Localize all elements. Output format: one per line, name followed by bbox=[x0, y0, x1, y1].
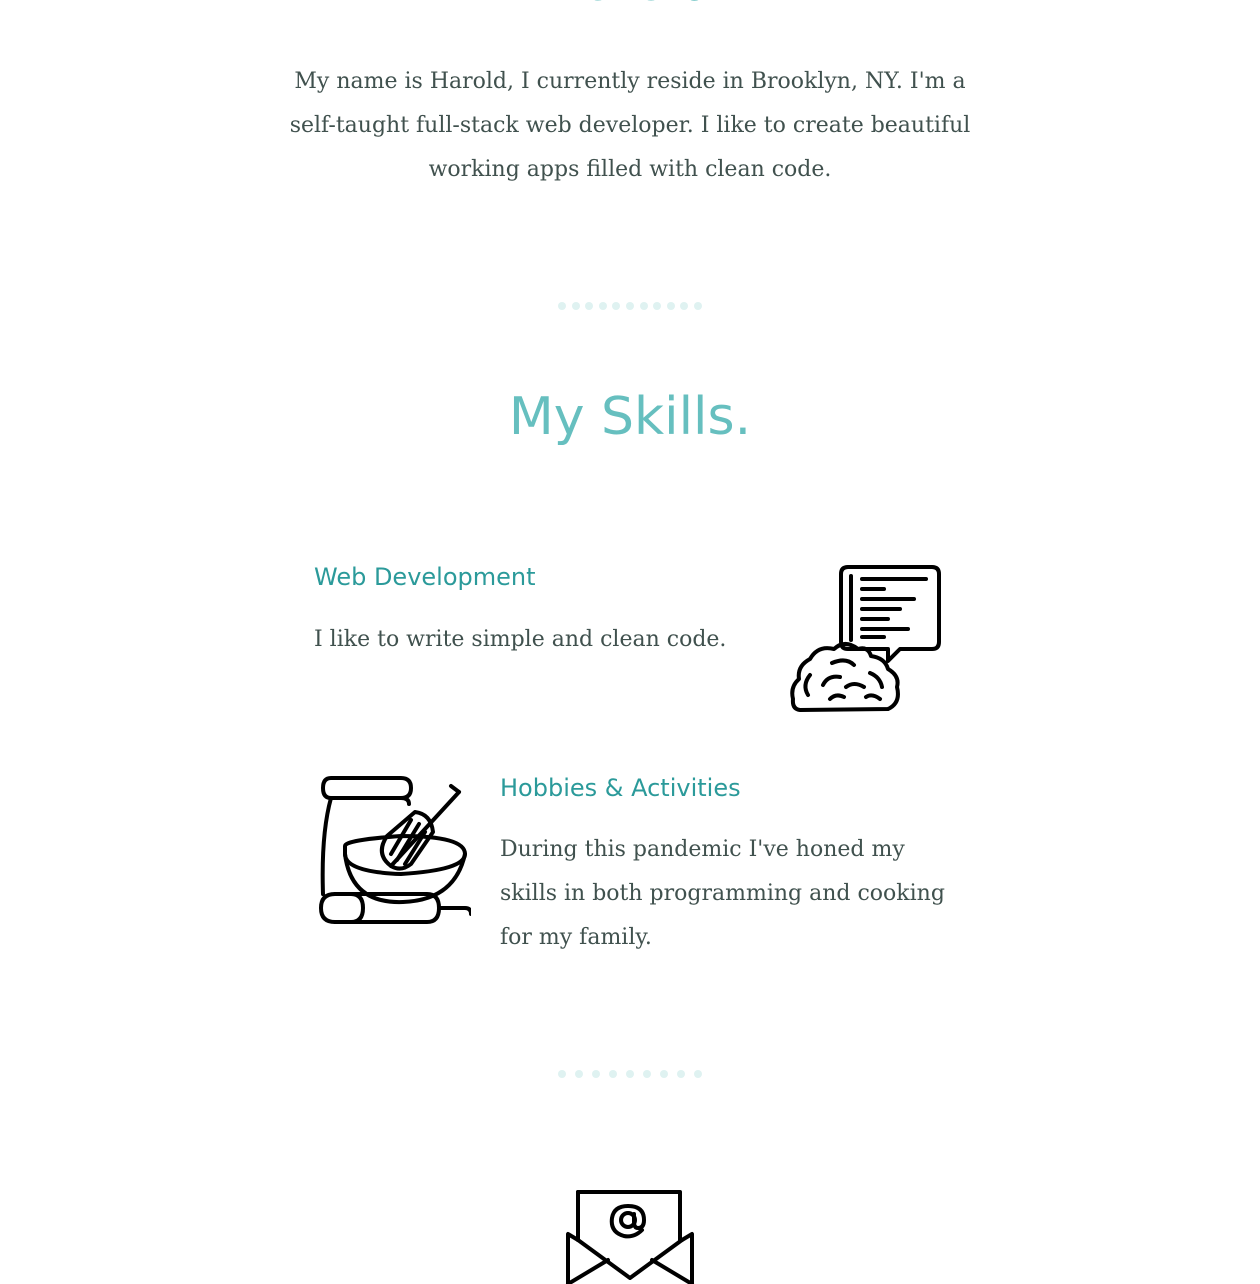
dotted-divider bbox=[558, 302, 702, 310]
email-envelope-icon bbox=[566, 1190, 694, 1284]
skill-web-dev-text: I like to write simple and clean code. bbox=[314, 627, 727, 652]
skills-title: My Skills. bbox=[508, 387, 752, 447]
baking-bowl-whisk-icon bbox=[319, 776, 471, 924]
skill-hobbies-text: During this pandemic I've honed my skill… bbox=[500, 837, 945, 950]
brain-code-icon bbox=[790, 565, 941, 712]
skill-web-dev-title: Web Development bbox=[314, 563, 536, 591]
about-text: My name is Harold, I currently reside in… bbox=[289, 69, 971, 182]
dotted-divider-bottom bbox=[558, 1070, 702, 1078]
about-heading: Harold bbox=[0, 0, 1260, 8]
skill-hobbies-title: Hobbies & Activities bbox=[500, 774, 741, 802]
